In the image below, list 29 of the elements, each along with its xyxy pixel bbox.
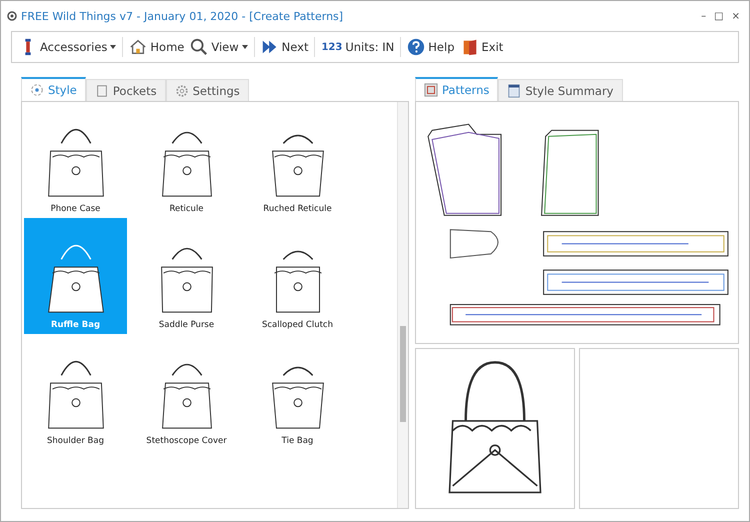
app-logo-icon [7, 11, 17, 21]
door-icon [460, 38, 478, 56]
window-control-button[interactable]: □ [711, 10, 727, 22]
double-chevron-icon [260, 38, 279, 56]
house-icon [129, 38, 148, 56]
window-control-button[interactable]: × [728, 10, 743, 22]
toolbar-button[interactable]: View [187, 34, 251, 60]
tab[interactable]: Settings [166, 79, 249, 101]
scrollbar-thumb[interactable] [400, 326, 406, 422]
tab[interactable]: Patterns [415, 77, 498, 101]
tab[interactable]: Pockets [86, 79, 166, 101]
pattern-icon [424, 83, 438, 97]
toolbar-button[interactable]: Next [258, 34, 312, 60]
numbers-icon: 123 [321, 42, 342, 52]
window-control-button[interactable]: – [698, 10, 710, 22]
document-icon [507, 84, 522, 98]
toolbar-button[interactable]: Exit [458, 34, 506, 60]
window-title: FREE Wild Things v7 - January 01, 2020 - [Create Patterns] [21, 10, 344, 22]
gear-icon [174, 84, 189, 98]
toolbar-button[interactable]: 123 Units: IN [318, 34, 398, 60]
help-icon [407, 38, 426, 56]
toolbar-button[interactable]: Help [404, 34, 458, 60]
tab[interactable]: Style Summary [498, 79, 622, 101]
tab[interactable]: Style [21, 77, 86, 101]
toolbar-button[interactable]: Home [126, 34, 188, 60]
square-icon [94, 84, 109, 98]
scrollbar[interactable] [397, 102, 408, 508]
search-icon [190, 38, 208, 56]
toolbar-button[interactable]: Accessories [16, 34, 120, 60]
